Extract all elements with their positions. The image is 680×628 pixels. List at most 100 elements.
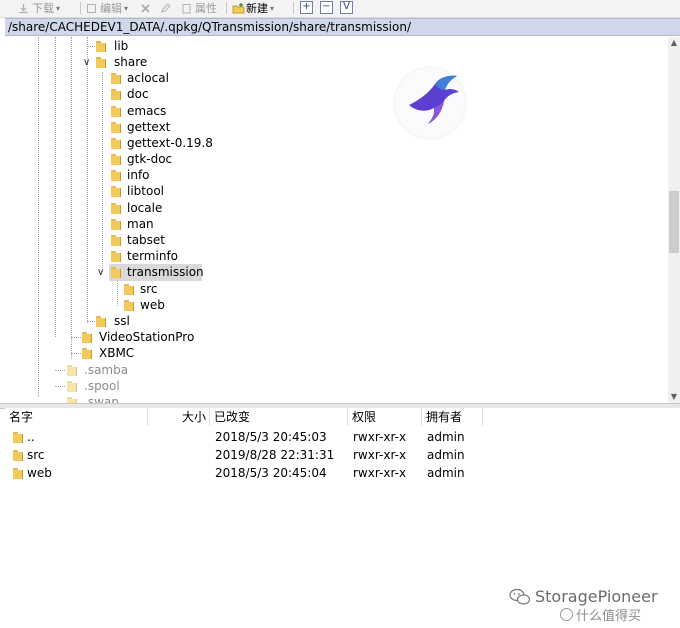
table-row[interactable]: web 2018/5/3 20:45:04 rwxr-xr-x admin <box>5 464 483 482</box>
file-name: src <box>27 448 45 462</box>
file-owner: admin <box>427 430 465 444</box>
tree-node-label: doc <box>127 87 149 101</box>
pencil-icon <box>160 2 171 14</box>
folder-icon <box>82 332 92 343</box>
chevron-down-icon: ▾ <box>56 3 61 13</box>
table-row[interactable]: .. 2018/5/3 20:45:03 rwxr-xr-x admin <box>5 428 483 446</box>
folder-icon <box>111 122 121 133</box>
toolbar-separator <box>293 2 294 14</box>
folder-icon <box>111 89 121 100</box>
tree-node-label: libtool <box>127 184 165 198</box>
tree-guide-line <box>102 72 103 272</box>
tree-node-label: tabset <box>127 233 166 247</box>
edit-icon <box>86 3 97 14</box>
tree-node-label: gettext <box>127 120 171 134</box>
tree-node-label: XBMC <box>99 346 135 360</box>
folder-tree[interactable]: lib ∨ share aclocal doc emacs gettext ge… <box>5 37 668 403</box>
file-size <box>148 428 207 446</box>
file-size <box>148 464 207 482</box>
file-name: web <box>27 466 52 480</box>
file-name: .. <box>27 430 35 444</box>
delete-button[interactable] <box>140 0 154 16</box>
folder-icon <box>13 468 23 479</box>
path-bar[interactable]: /share/CACHEDEV1_DATA/.qpkg/QTransmissio… <box>5 18 680 36</box>
tree-guide-line <box>55 37 56 337</box>
new-button[interactable]: 新建 ▾ <box>232 0 274 16</box>
tree-node-label: VideoStationPro <box>99 330 195 344</box>
edit-label: 编辑 <box>100 2 122 15</box>
properties-icon <box>181 3 192 14</box>
folder-icon <box>13 450 23 461</box>
scroll-down-icon[interactable]: ▼ <box>668 391 680 403</box>
folder-icon <box>111 186 121 197</box>
tree-node-label: lib <box>114 39 129 53</box>
download-button[interactable]: 下载 ▾ <box>18 0 60 16</box>
file-permissions: rwxr-xr-x <box>353 466 407 480</box>
folder-icon <box>124 300 134 311</box>
wechat-icon <box>509 588 531 605</box>
rename-button[interactable] <box>160 0 174 16</box>
properties-button[interactable]: 属性 <box>181 0 217 16</box>
tree-guide-line <box>55 386 65 387</box>
tree-guide-line <box>55 370 65 371</box>
watermark-site: 什么值得买 <box>560 605 641 624</box>
tree-node-label: gettext-0.19.8 <box>127 136 213 150</box>
tree-scrollbar[interactable]: ▲ ▼ <box>668 37 680 403</box>
table-row[interactable]: src 2019/8/28 22:31:31 rwxr-xr-x admin <box>5 446 483 464</box>
column-header-name[interactable]: 名字 <box>5 408 148 426</box>
watermark-site-text: 什么值得买 <box>576 609 642 624</box>
parent-folder-icon <box>13 432 23 443</box>
tree-node-label: emacs <box>127 104 167 118</box>
edit-button[interactable]: 编辑 ▾ <box>86 0 128 16</box>
folder-icon <box>111 106 121 117</box>
folder-icon <box>111 267 121 278</box>
tree-node-label: .samba <box>84 363 129 377</box>
download-icon <box>18 3 29 14</box>
tree-guide-line <box>71 337 81 338</box>
file-permissions: rwxr-xr-x <box>353 430 407 444</box>
scrollbar-thumb[interactable] <box>669 191 679 253</box>
collapse-all-button[interactable]: − <box>320 1 333 14</box>
tree-guide-line <box>71 37 72 359</box>
new-label: 新建 <box>246 2 268 15</box>
filter-button[interactable]: V <box>340 1 353 14</box>
download-label: 下载 <box>32 2 54 15</box>
file-list-header: 名字 大小 已改变 权限 拥有者 <box>5 408 483 426</box>
tree-guide-line <box>38 37 39 397</box>
column-header-owner[interactable]: 拥有者 <box>422 408 483 426</box>
tree-guide-line <box>87 321 95 322</box>
chevron-down-icon: ▾ <box>270 3 275 13</box>
column-header-modified[interactable]: 已改变 <box>210 408 348 426</box>
tree-node-label: share <box>114 55 148 69</box>
column-header-permissions[interactable]: 权限 <box>348 408 422 426</box>
tree-node-label: web <box>140 298 165 312</box>
folder-icon <box>96 41 106 52</box>
folder-icon <box>96 57 106 68</box>
chevron-down-icon[interactable]: ∨ <box>97 267 104 278</box>
column-header-size[interactable]: 大小 <box>148 408 210 426</box>
folder-icon <box>111 251 121 262</box>
file-owner: admin <box>427 448 465 462</box>
folder-icon <box>96 316 106 327</box>
swift-bird-logo <box>395 68 465 138</box>
toolbar: 下载 ▾ 编辑 ▾ 属性 新建 ▾ + − V <box>0 0 680 18</box>
toolbar-separator <box>226 2 227 14</box>
tree-node-label: src <box>140 282 158 296</box>
tree-node-label: .swap <box>84 395 119 403</box>
folder-icon <box>111 154 121 165</box>
folder-icon <box>111 138 121 149</box>
tree-node-label: terminfo <box>127 249 179 263</box>
scroll-up-icon[interactable]: ▲ <box>668 37 680 49</box>
properties-label: 属性 <box>195 2 217 15</box>
expand-all-button[interactable]: + <box>300 1 313 14</box>
tree-guide-line <box>87 46 95 47</box>
file-permissions: rwxr-xr-x <box>353 448 407 462</box>
chevron-down-icon[interactable]: ∨ <box>83 57 90 68</box>
folder-icon <box>124 284 134 295</box>
bird-icon <box>409 75 459 124</box>
tree-guide-line <box>71 353 81 354</box>
file-size <box>148 446 207 464</box>
folder-icon <box>111 170 121 181</box>
watermark-brand: StoragePioneer <box>535 587 658 606</box>
file-owner: admin <box>427 466 465 480</box>
